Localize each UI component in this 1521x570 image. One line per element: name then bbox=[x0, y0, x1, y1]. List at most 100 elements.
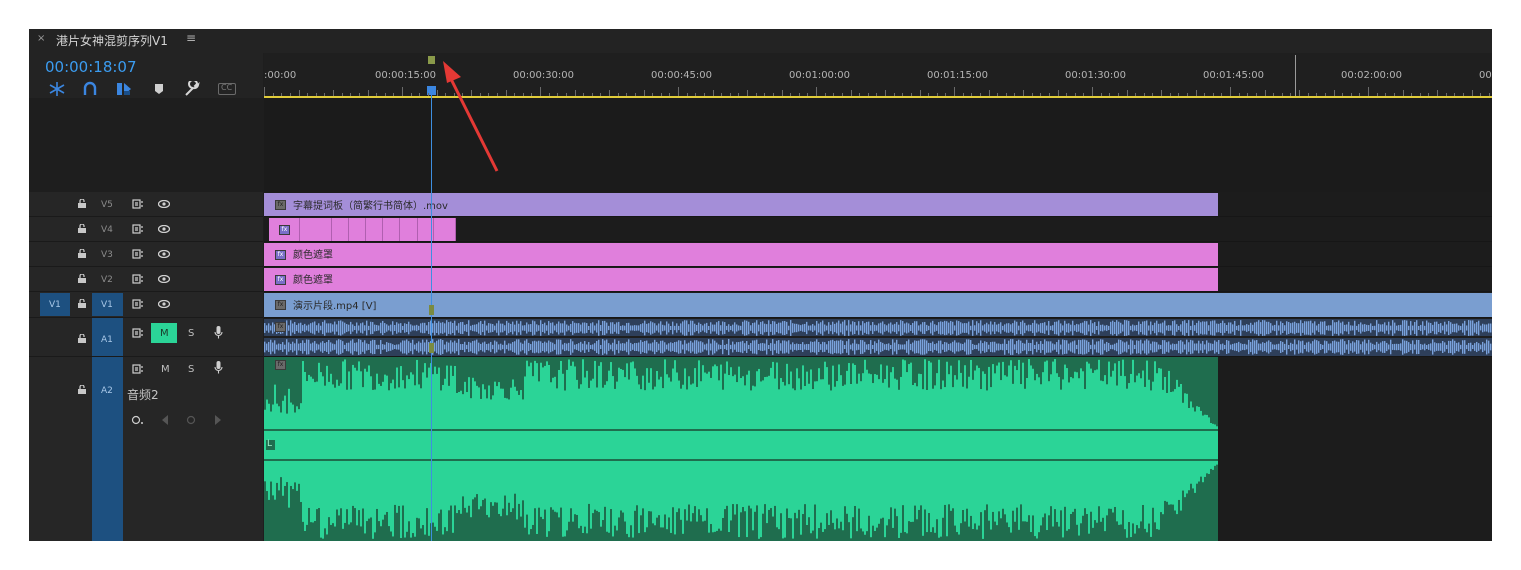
sync-lock-icon[interactable] bbox=[132, 199, 144, 209]
ruler-tick bbox=[453, 93, 455, 96]
sync-lock-icon[interactable] bbox=[132, 274, 144, 284]
sync-lock-icon[interactable] bbox=[132, 328, 144, 338]
sync-lock-icon[interactable] bbox=[132, 364, 144, 374]
wrench-icon[interactable] bbox=[183, 81, 201, 97]
track-header-v3[interactable]: V3 bbox=[29, 242, 263, 267]
ruler-tick bbox=[488, 93, 490, 96]
clip-v4-segment[interactable] bbox=[300, 218, 332, 241]
solo-button-a2[interactable]: S bbox=[188, 364, 194, 375]
lock-icon[interactable] bbox=[78, 274, 86, 283]
clip-v2-color-matte[interactable]: fx 颜色遮罩 bbox=[264, 268, 1218, 291]
track-name-a2[interactable]: 音频2 bbox=[127, 386, 159, 403]
clip-a2-audio[interactable]: fx L bbox=[264, 357, 1218, 541]
clip-v5-title[interactable]: fx 字幕提词板（简繁行书简体）.mov bbox=[264, 193, 1218, 216]
keyframe-toggle-icon[interactable] bbox=[131, 414, 145, 426]
track-header-v4[interactable]: V4 bbox=[29, 217, 263, 242]
track-header-v1[interactable]: V1 V1 bbox=[29, 292, 263, 318]
ruler-tick bbox=[1040, 93, 1042, 96]
track-label: V2 bbox=[101, 275, 113, 285]
ruler-tick bbox=[583, 93, 585, 96]
track-header-a1[interactable]: A1 M S bbox=[29, 318, 263, 357]
eye-icon[interactable] bbox=[158, 200, 170, 208]
sequence-marker[interactable] bbox=[428, 56, 435, 64]
sync-lock-icon[interactable] bbox=[132, 224, 144, 234]
ruler-label: 00:00:30:00 bbox=[513, 70, 575, 81]
linked-selection-icon[interactable] bbox=[81, 81, 99, 97]
ruler-tick bbox=[867, 93, 869, 96]
ruler-tick bbox=[548, 93, 550, 96]
clip-v4-segment[interactable] bbox=[383, 218, 400, 241]
source-patch-v1[interactable]: V1 bbox=[40, 293, 70, 316]
add-keyframe-icon[interactable] bbox=[186, 415, 196, 425]
mute-button-a2[interactable]: M bbox=[161, 364, 170, 375]
clip-a1-audio[interactable]: fx bbox=[264, 319, 1492, 356]
insert-icon[interactable] bbox=[115, 81, 133, 97]
channel-label-left: L bbox=[266, 439, 275, 450]
snap-icon[interactable] bbox=[48, 81, 66, 97]
track-header-v2[interactable]: V2 bbox=[29, 267, 263, 292]
lock-icon[interactable] bbox=[78, 299, 86, 308]
waveform-a1 bbox=[264, 320, 1492, 355]
track-target-a1[interactable]: A1 bbox=[92, 318, 123, 356]
ruler-tick bbox=[565, 93, 567, 96]
clip-marker-a1 bbox=[429, 343, 434, 353]
lock-icon[interactable] bbox=[78, 199, 86, 208]
previous-keyframe-icon[interactable] bbox=[161, 415, 169, 425]
clip-v4-segment[interactable] bbox=[349, 218, 366, 241]
clip-v3-color-matte[interactable]: fx 颜色遮罩 bbox=[264, 243, 1218, 266]
close-tab-icon[interactable]: × bbox=[37, 33, 45, 44]
marker-icon[interactable] bbox=[150, 81, 168, 97]
fx-badge: fx bbox=[275, 250, 286, 260]
ruler-label: 00:01:30:00 bbox=[1065, 70, 1127, 81]
clip-v4-segment[interactable]: fx bbox=[269, 218, 300, 241]
clip-v4-segment[interactable] bbox=[332, 218, 349, 241]
ruler-tick bbox=[1411, 93, 1413, 96]
clip-v4-segment[interactable] bbox=[400, 218, 418, 241]
track-header-a2[interactable]: A2 M S 音频2 bbox=[29, 357, 263, 541]
clip-v4-segment[interactable] bbox=[434, 218, 456, 241]
ruler-tick bbox=[824, 93, 826, 96]
ruler-tick bbox=[264, 87, 265, 96]
playhead-line[interactable] bbox=[431, 91, 432, 541]
ruler-label: 00:02:00:00 bbox=[1341, 70, 1403, 81]
ruler-tick bbox=[1445, 93, 1447, 96]
next-keyframe-icon[interactable] bbox=[214, 415, 222, 425]
ruler-tick bbox=[936, 93, 938, 96]
track-target-v1[interactable]: V1 bbox=[92, 293, 123, 316]
lock-icon[interactable] bbox=[78, 334, 86, 343]
sequence-title[interactable]: 港片女神混剪序列V1 bbox=[56, 32, 168, 49]
ruler-tick bbox=[686, 93, 688, 96]
panel-menu-icon[interactable]: ≡ bbox=[186, 31, 196, 45]
sync-lock-icon[interactable] bbox=[132, 299, 144, 309]
eye-icon[interactable] bbox=[158, 225, 170, 233]
ruler-tick bbox=[1385, 93, 1387, 96]
microphone-icon[interactable] bbox=[214, 326, 223, 339]
ruler-tick bbox=[954, 87, 955, 96]
captions-icon[interactable]: CC bbox=[218, 83, 236, 95]
ruler-tick bbox=[1195, 90, 1197, 96]
solo-button-a1[interactable]: S bbox=[188, 328, 194, 339]
ruler-tick bbox=[885, 90, 886, 96]
lock-icon[interactable] bbox=[78, 385, 86, 394]
eye-icon[interactable] bbox=[158, 275, 170, 283]
track-header-v5[interactable]: V5 bbox=[29, 192, 263, 217]
clip-v4-segment[interactable] bbox=[366, 218, 383, 241]
ruler-tick bbox=[678, 87, 679, 96]
sync-lock-icon[interactable] bbox=[132, 249, 144, 259]
timeline-panel: × 港片女神混剪序列V1 ≡ 00:00:18:07 CC V5 V4 V3 V… bbox=[29, 29, 1492, 541]
ruler-tick bbox=[833, 93, 835, 96]
ruler-tick bbox=[1247, 93, 1249, 96]
ruler-tick bbox=[514, 93, 516, 96]
lock-icon[interactable] bbox=[78, 249, 86, 258]
lock-icon[interactable] bbox=[78, 224, 86, 233]
track-target-a2[interactable]: A2 bbox=[92, 357, 123, 541]
microphone-icon[interactable] bbox=[214, 361, 223, 374]
ruler-tick bbox=[1393, 93, 1395, 96]
mute-button-a1[interactable]: M bbox=[151, 323, 177, 343]
eye-icon[interactable] bbox=[158, 300, 170, 308]
ruler-tick bbox=[333, 90, 334, 96]
playhead-timecode[interactable]: 00:00:18:07 bbox=[45, 58, 137, 76]
fx-badge: fx bbox=[275, 322, 286, 332]
eye-icon[interactable] bbox=[158, 250, 170, 258]
clip-v1-video[interactable]: fx 演示片段.mp4 [V] bbox=[264, 293, 1492, 317]
